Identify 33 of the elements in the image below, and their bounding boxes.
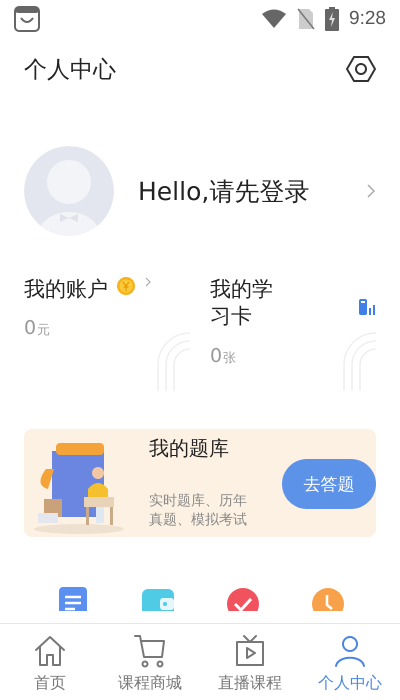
- card-title[interactable]: 我的学习卡: [210, 276, 282, 331]
- coin-icon: [116, 276, 136, 296]
- tab[interactable]: 首页: [0, 624, 100, 700]
- avatar[interactable]: [24, 146, 114, 236]
- card-title[interactable]: 我的账户: [24, 276, 108, 304]
- login-prompt[interactable]: Hello,请先登录: [138, 174, 342, 208]
- battery-charging-icon: [325, 7, 340, 31]
- card-title: 我的题库: [149, 435, 230, 462]
- card-description: 实时题库、历年真题、模拟考试: [149, 492, 248, 530]
- no-sim-icon: [297, 8, 316, 30]
- card-unit: 元: [37, 322, 50, 340]
- app-notification-icon: [14, 6, 40, 32]
- chevron-icon[interactable]: [144, 276, 152, 288]
- chevron-icon[interactable]: [366, 183, 376, 199]
- settings-icon[interactable]: [346, 55, 376, 83]
- cart-icon: [132, 633, 168, 669]
- home-icon: [32, 633, 68, 669]
- card-unit: 张: [223, 350, 236, 367]
- card-value: 0: [210, 344, 222, 367]
- question-bank-card[interactable]: 我的题库 实时题库、历年真题、模拟考试 去答题: [24, 429, 376, 537]
- tab[interactable]: 直播课程: [200, 624, 300, 700]
- card-value: 0: [24, 317, 36, 340]
- card-icon: [358, 298, 376, 316]
- start-quiz-button[interactable]: 去答题: [282, 459, 376, 509]
- tab[interactable]: 个人中心: [300, 624, 400, 700]
- wifi-icon: [261, 9, 288, 29]
- wallet-icon[interactable]: [140, 587, 176, 611]
- check-icon[interactable]: [224, 587, 260, 611]
- tab[interactable]: 课程商城: [100, 624, 200, 700]
- person-icon: [332, 633, 368, 669]
- page-title: 个人中心: [24, 56, 116, 84]
- clock-icon[interactable]: [310, 587, 346, 611]
- status-time: 9:28: [349, 8, 386, 30]
